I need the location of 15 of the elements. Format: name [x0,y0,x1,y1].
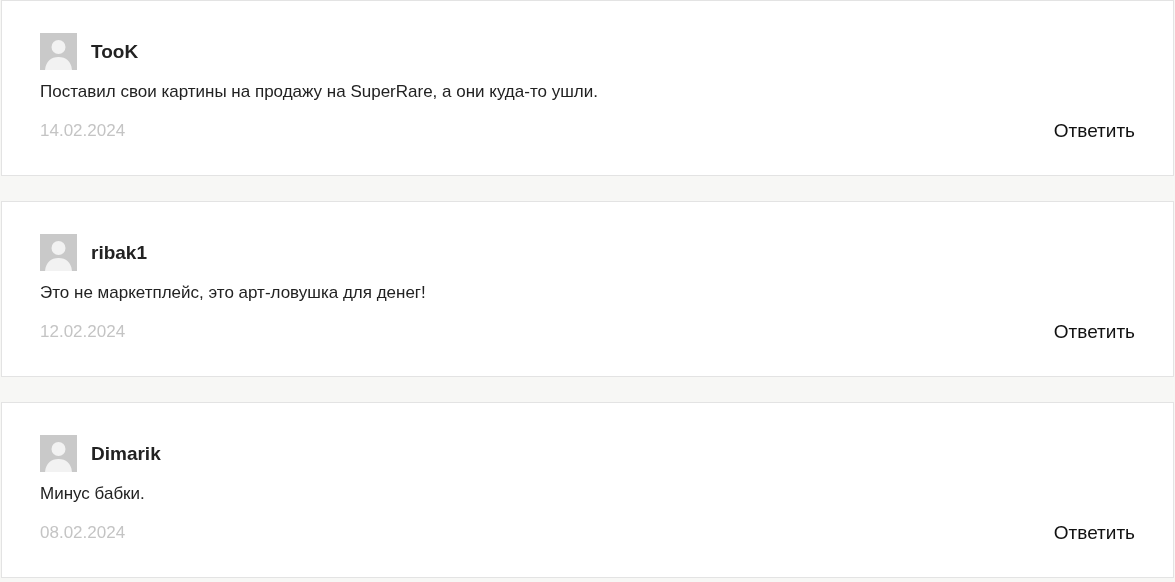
avatar-icon [40,234,77,271]
comment-text: Минус бабки. [40,483,146,505]
author-name: ribak1 [91,241,147,264]
avatar-icon [40,435,77,472]
comment-date: 08.02.2024 [40,523,126,543]
comment-date: 12.02.2024 [40,322,126,342]
reply-button[interactable]: Ответить [1053,120,1135,142]
comment-text: Поставил свои картины на продажу на SuperRare, а они куда-то ушли. [40,81,599,103]
comment-text: Это не маркетплейс, это арт-ловушка для денег! [40,282,427,304]
reply-button[interactable]: Ответить [1053,321,1135,343]
author-name: Dimarik [91,442,161,465]
comment-date: 14.02.2024 [40,121,126,141]
avatar-icon [40,33,77,70]
author-name: TooK [91,40,139,63]
reply-button[interactable]: Ответить [1053,522,1135,544]
